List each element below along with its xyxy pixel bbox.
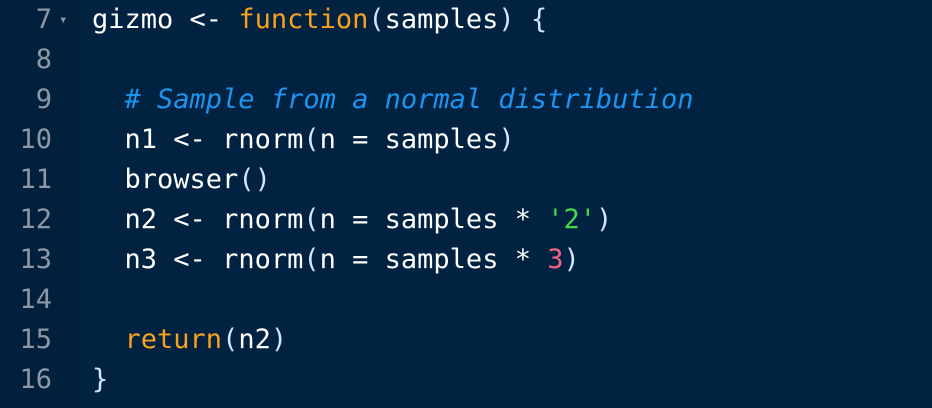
code-editor[interactable]: 7 ▾ gizmo <- function(samples) {8 9 # Sampl… xyxy=(0,0,932,408)
code-token: ( xyxy=(303,244,320,275)
code-line[interactable]: 9 # Sample from a normal distribution xyxy=(0,80,932,120)
code-token: function xyxy=(238,4,369,35)
code-token: = xyxy=(335,244,385,275)
line-number: 16 xyxy=(19,364,52,395)
code-token: n xyxy=(319,244,336,275)
line-number: 8 xyxy=(35,44,52,75)
code-token: = xyxy=(335,124,385,155)
line-number: 15 xyxy=(19,324,52,355)
code-token: () xyxy=(238,164,271,195)
code-token: return xyxy=(124,324,223,355)
line-number: 11 xyxy=(19,164,52,195)
code-token: samples xyxy=(384,124,499,155)
code-token: ) xyxy=(498,4,515,35)
code-text[interactable]: return(n2) xyxy=(92,320,288,360)
line-number: 12 xyxy=(19,204,52,235)
code-token: ( xyxy=(303,204,320,235)
code-token: rnorm xyxy=(222,244,304,275)
code-token: <- xyxy=(173,4,239,35)
code-token: n3 xyxy=(92,244,158,275)
code-line[interactable]: 14 xyxy=(0,280,932,320)
code-token: # Sample from a normal distribution xyxy=(124,84,694,115)
code-token: browser xyxy=(92,164,239,195)
code-token: 3 xyxy=(547,244,564,275)
line-number: 14 xyxy=(19,284,52,315)
code-token: '2' xyxy=(547,204,597,235)
code-token: n2 xyxy=(238,324,271,355)
line-number: 13 xyxy=(19,244,52,275)
code-text[interactable]: # Sample from a normal distribution xyxy=(92,80,694,120)
code-token: = xyxy=(335,204,385,235)
code-token: * xyxy=(498,244,548,275)
code-text[interactable]: n1 <- rnorm(n = samples) xyxy=(92,120,515,160)
code-line[interactable]: 10 n1 <- rnorm(n = samples) xyxy=(0,120,932,160)
code-token: rnorm xyxy=(222,204,304,235)
code-token: <- xyxy=(157,204,223,235)
code-token: ( xyxy=(222,324,239,355)
code-token: samples xyxy=(384,244,499,275)
code-line[interactable]: 12 n2 <- rnorm(n = samples * '2') xyxy=(0,200,932,240)
line-number: 10 xyxy=(19,124,52,155)
code-token: ( xyxy=(368,4,385,35)
code-token: ) xyxy=(596,204,613,235)
code-text[interactable]: gizmo <- function(samples) { xyxy=(92,0,547,40)
code-token: samples xyxy=(384,4,499,35)
code-text[interactable]: n2 <- rnorm(n = samples * '2') xyxy=(92,200,613,240)
code-token: <- xyxy=(157,244,223,275)
code-text[interactable]: n3 <- rnorm(n = samples * 3) xyxy=(92,240,580,280)
line-number: 7 xyxy=(35,4,52,35)
code-line[interactable]: 11 browser() xyxy=(0,160,932,200)
fold-chevron-icon[interactable]: ▾ xyxy=(59,0,67,40)
code-token: n2 xyxy=(92,204,158,235)
code-token: ) xyxy=(270,324,288,355)
code-token: rnorm xyxy=(222,124,304,155)
code-token: gizmo xyxy=(92,4,174,35)
code-line[interactable]: 16} xyxy=(0,360,932,400)
code-token: ) xyxy=(563,244,580,275)
code-token: { xyxy=(530,4,548,35)
code-line[interactable]: 7 ▾ gizmo <- function(samples) { xyxy=(0,0,932,40)
code-text[interactable]: } xyxy=(92,360,108,400)
code-token: samples xyxy=(384,204,499,235)
code-token: n xyxy=(319,124,336,155)
code-text[interactable]: browser() xyxy=(92,160,271,200)
line-number: 9 xyxy=(35,84,52,115)
code-token: n xyxy=(319,204,336,235)
code-line[interactable]: 15 return(n2) xyxy=(0,320,932,360)
code-token: } xyxy=(92,364,109,395)
code-token: ) xyxy=(498,124,515,155)
code-line[interactable]: 13 n3 <- rnorm(n = samples * 3) xyxy=(0,240,932,280)
code-token: <- xyxy=(157,124,223,155)
code-token: n1 xyxy=(92,124,158,155)
code-token: ( xyxy=(303,124,320,155)
code-token: * xyxy=(498,204,548,235)
code-line[interactable]: 8 xyxy=(0,40,932,80)
